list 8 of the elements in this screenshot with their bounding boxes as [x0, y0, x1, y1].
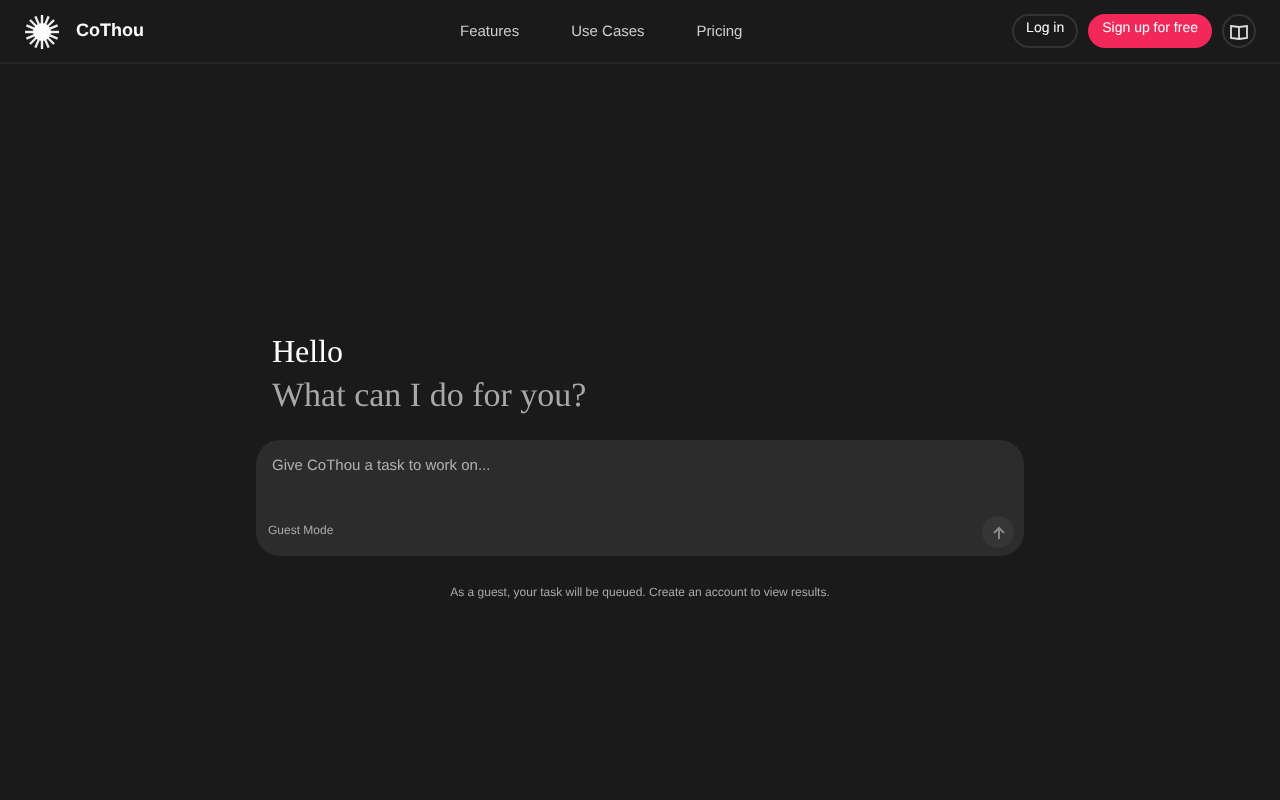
prompt-heading: What can I do for you?: [272, 374, 589, 418]
book-icon: [1230, 23, 1248, 39]
logo-icon: [24, 13, 60, 49]
book-button[interactable]: [1222, 14, 1256, 48]
brand-name[interactable]: CoThou: [76, 17, 144, 45]
send-button[interactable]: [982, 516, 1014, 548]
arrow-up-icon: [991, 525, 1005, 539]
greeting: Hello: [272, 334, 346, 374]
